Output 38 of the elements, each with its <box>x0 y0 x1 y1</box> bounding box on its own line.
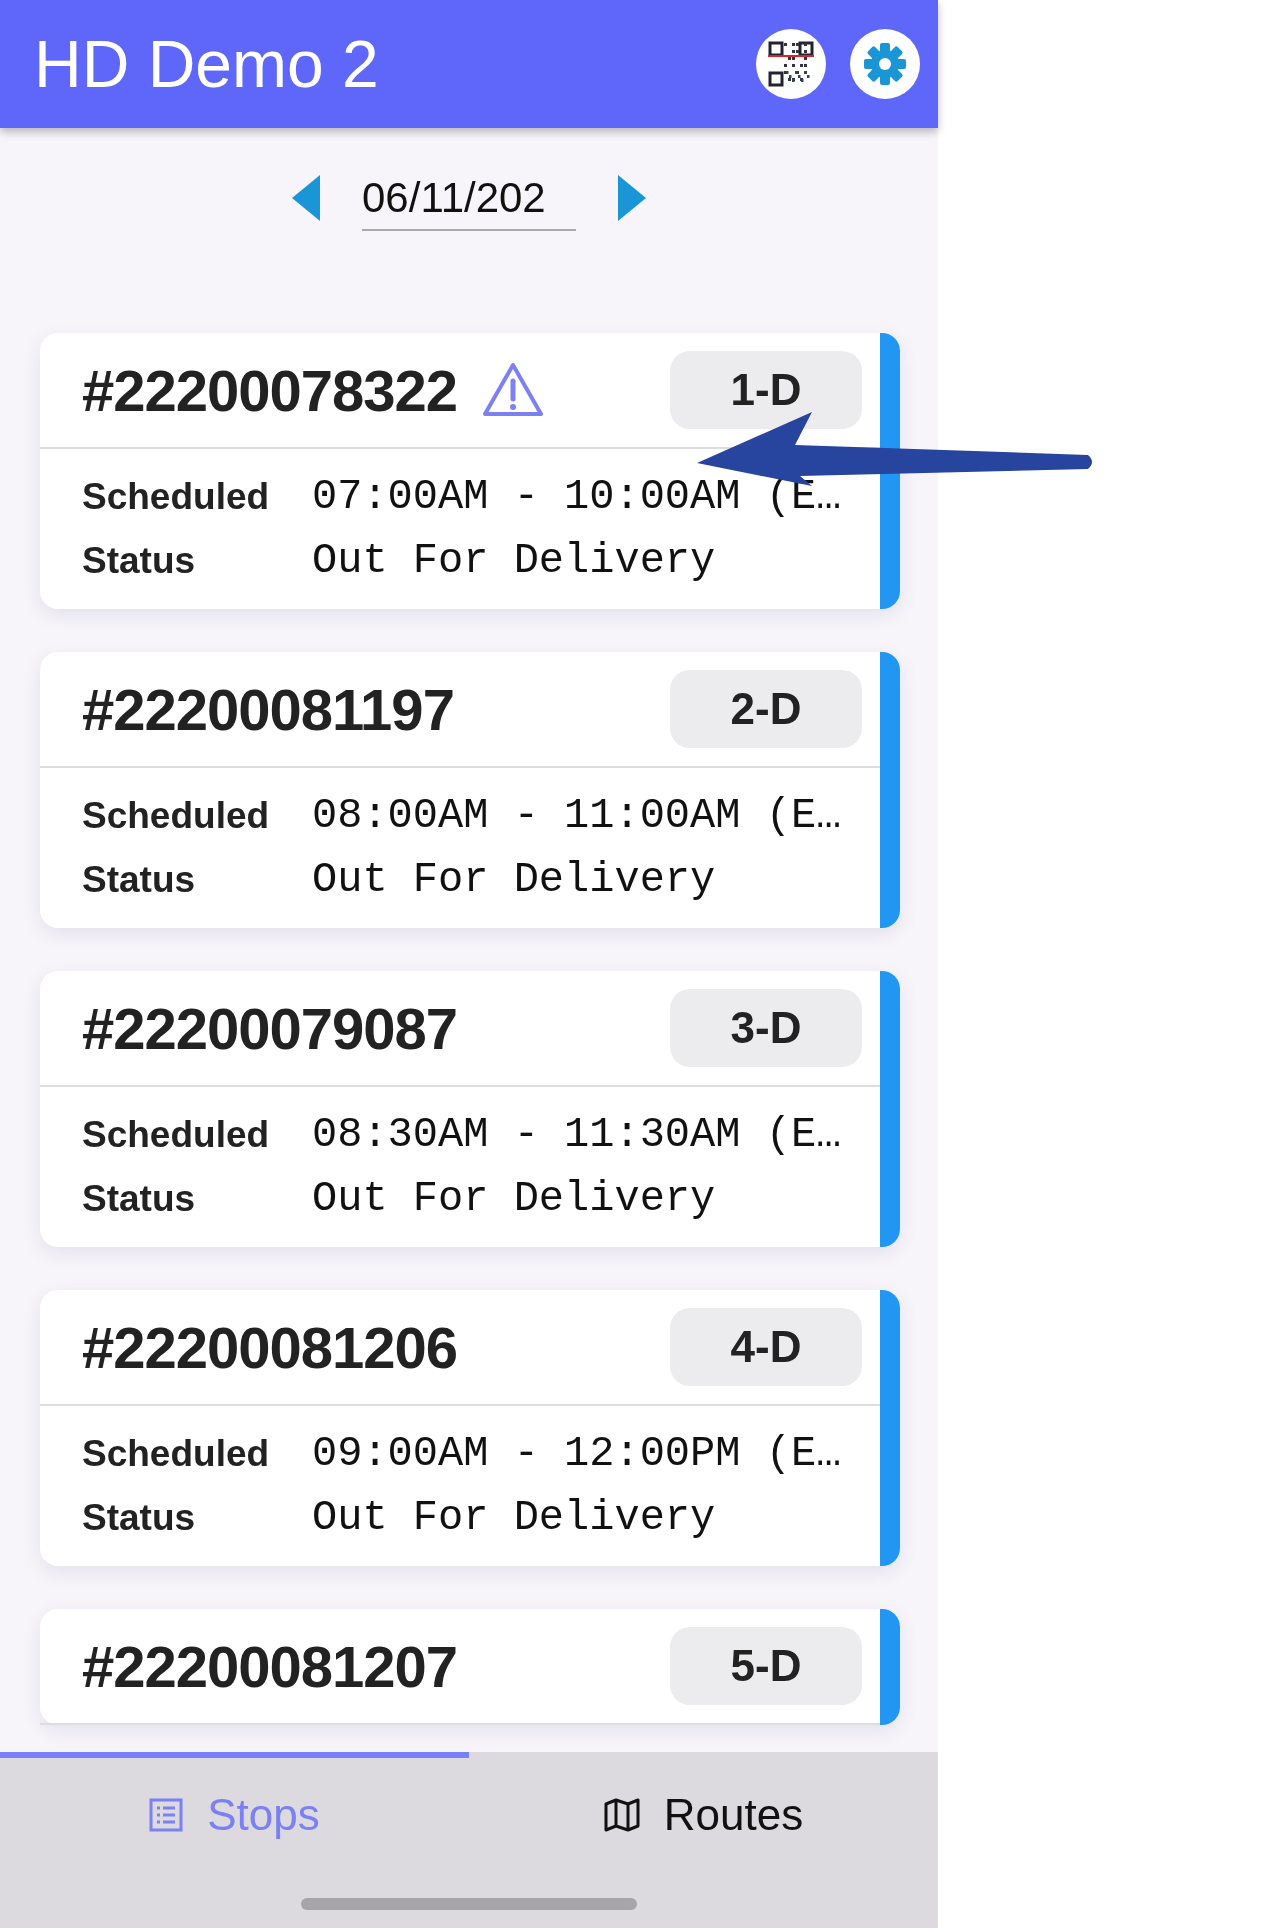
stop-code: 1-D <box>670 351 862 429</box>
date-field[interactable]: 06/11/202 <box>362 165 576 231</box>
order-number: #22200081206 <box>82 1313 458 1382</box>
stop-card[interactable]: #22200081206 4-D Scheduled 09:00AM - 12:00PM (E… Status Out For Delivery <box>40 1290 900 1566</box>
field-label: Scheduled <box>82 1432 271 1476</box>
field-label: Status <box>82 539 197 583</box>
next-date-button[interactable] <box>616 175 648 221</box>
field-value: 08:30AM - 11:30AM (E… <box>312 1110 842 1161</box>
field-value: Out For Delivery <box>312 1493 716 1544</box>
field-value: Out For Delivery <box>312 536 716 587</box>
field-value: 08:00AM - 11:00AM (E… <box>312 791 842 842</box>
list-icon <box>149 1798 184 1832</box>
field-label: Status <box>82 1177 197 1221</box>
stop-card[interactable]: #22200079087 3-D Scheduled 08:30AM - 11:30AM (E… Status Out For Delivery <box>40 971 900 1247</box>
field-value: Out For Delivery <box>312 1174 716 1225</box>
stop-card[interactable]: #22200081197 2-D Scheduled 08:00AM - 11:00AM (E… Status Out For Delivery <box>40 652 900 928</box>
order-number: #22200081197 <box>82 675 454 744</box>
previous-date-button[interactable] <box>290 175 322 221</box>
stop-code: 2-D <box>670 670 862 748</box>
order-number: #22200078322 <box>82 356 458 425</box>
stop-code: 5-D <box>670 1627 862 1705</box>
field-value: Out For Delivery <box>312 855 716 906</box>
field-value: 09:00AM - 12:00PM (E… <box>312 1429 842 1480</box>
settings-icon <box>862 41 908 87</box>
qr-code-icon <box>768 41 814 87</box>
tab[interactable]: Routes <box>469 1752 938 1872</box>
stop-code: 4-D <box>670 1308 862 1386</box>
map-icon <box>603 1798 640 1832</box>
field-label: Status <box>82 1496 197 1540</box>
app-title: HD Demo 2 <box>34 25 380 103</box>
order-number: #22200079087 <box>82 994 458 1063</box>
field-label: Scheduled <box>82 1113 271 1157</box>
field-label: Status <box>82 858 197 902</box>
stop-code: 3-D <box>670 989 862 1067</box>
stop-card[interactable]: #22200081207 5-D <box>40 1609 900 1725</box>
field-label: Scheduled <box>82 794 271 838</box>
order-number: #22200081207 <box>82 1632 458 1701</box>
field-label: Scheduled <box>82 475 271 519</box>
